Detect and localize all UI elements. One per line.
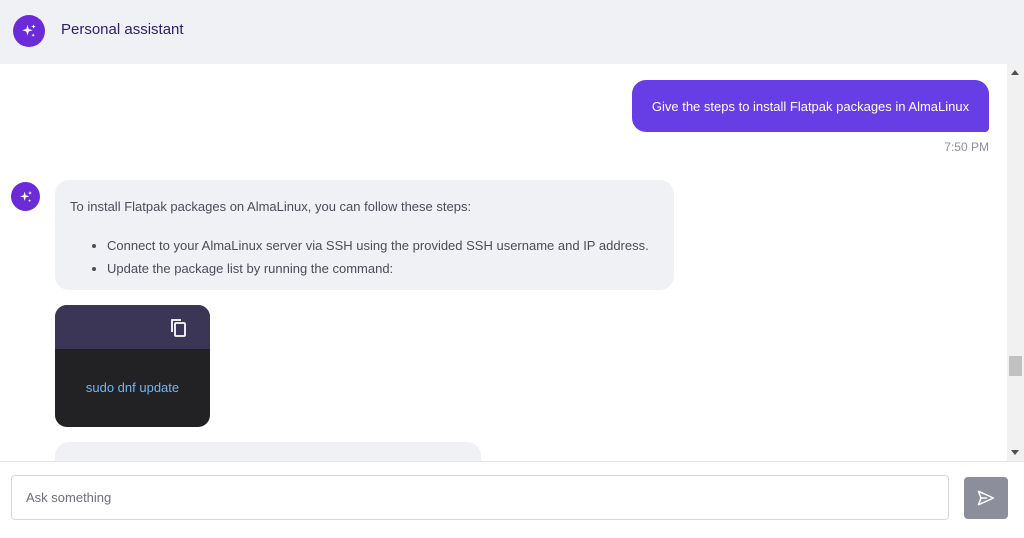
assistant-message: To install Flatpak packages on AlmaLinux… bbox=[55, 180, 674, 290]
sparkles-icon bbox=[19, 190, 32, 202]
steps-list: Connect to your AlmaLinux server via SSH… bbox=[107, 234, 649, 280]
list-item: Update the package list by running the c… bbox=[107, 257, 649, 280]
assistant-avatar bbox=[13, 15, 45, 47]
scroll-up-arrow-icon[interactable] bbox=[1011, 70, 1019, 75]
assistant-intro-text: To install Flatpak packages on AlmaLinux… bbox=[70, 199, 472, 214]
list-item: Connect to your AlmaLinux server via SSH… bbox=[107, 234, 649, 257]
chat-scrollbar[interactable] bbox=[1007, 64, 1024, 461]
message-timestamp: 7:50 PM bbox=[944, 140, 989, 154]
page-title: Personal assistant bbox=[61, 21, 184, 38]
message-input[interactable] bbox=[11, 475, 949, 520]
assistant-message-partial bbox=[55, 442, 481, 461]
code-block-header bbox=[55, 305, 210, 349]
send-icon bbox=[977, 490, 995, 506]
code-block: sudo dnf update bbox=[55, 305, 210, 427]
scrollbar-thumb[interactable] bbox=[1009, 356, 1022, 376]
send-button[interactable] bbox=[964, 477, 1008, 519]
user-message: Give the steps to install Flatpak packag… bbox=[632, 80, 989, 132]
composer bbox=[0, 461, 1024, 538]
assistant-avatar bbox=[11, 182, 40, 211]
chat-messages: Give the steps to install Flatpak packag… bbox=[0, 64, 1007, 461]
code-text: sudo dnf update bbox=[85, 380, 180, 395]
copy-button[interactable] bbox=[169, 317, 189, 339]
sparkles-icon bbox=[22, 24, 36, 37]
scroll-down-arrow-icon[interactable] bbox=[1011, 450, 1019, 455]
copy-icon bbox=[171, 319, 186, 337]
chat-header: Personal assistant bbox=[0, 0, 1024, 64]
